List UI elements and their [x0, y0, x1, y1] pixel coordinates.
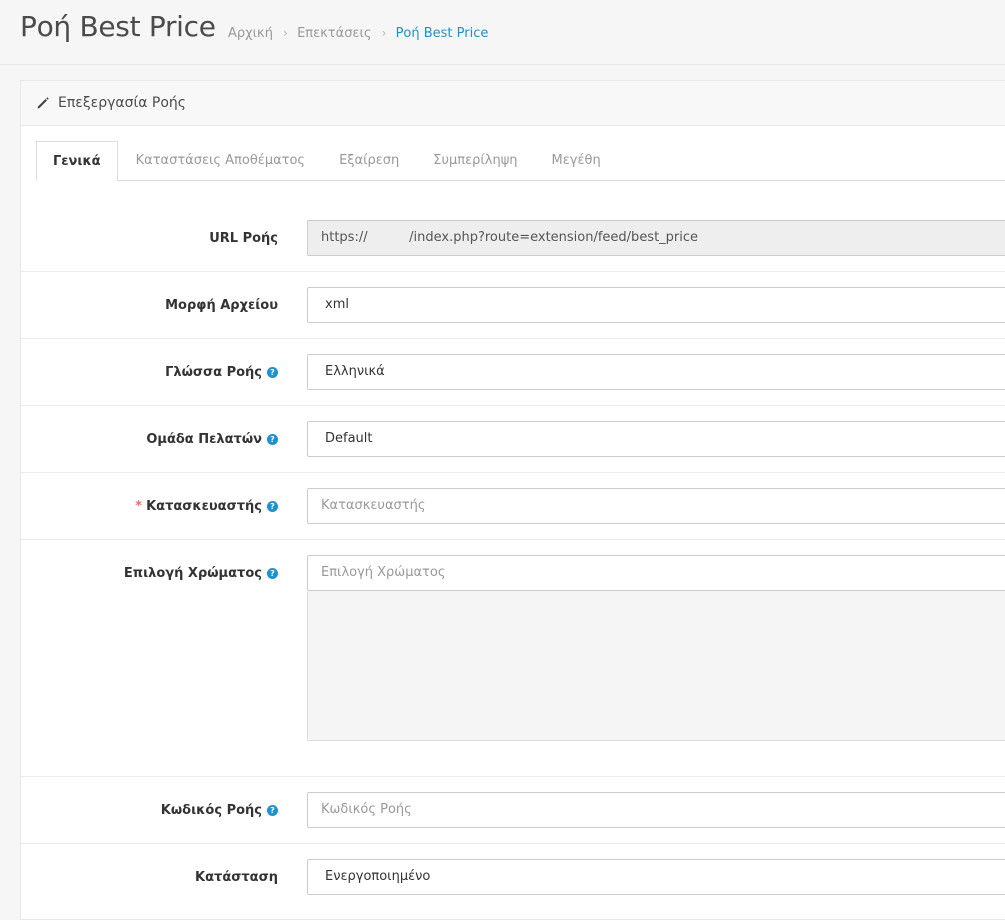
- help-icon[interactable]: ?: [267, 501, 278, 512]
- form-row-customer-group: Ομάδα Πελατών ? Default: [21, 406, 1005, 473]
- tab-bar: Γενικά Καταστάσεις Αποθέματος Εξαίρεση Σ…: [36, 141, 1005, 181]
- feed-url-label: URL Ροής: [209, 231, 278, 246]
- form-row-feed-code: Κωδικός Ροής ? Κωδικός Ροής: [21, 777, 1005, 844]
- form-row-file-format: Μορφή Αρχείου xml: [21, 272, 1005, 339]
- feed-code-input[interactable]: Κωδικός Ροής: [307, 792, 1005, 828]
- tab-sizes[interactable]: Μεγέθη: [536, 141, 617, 181]
- panel-heading: Επεξεργασία Ροής: [21, 81, 1005, 126]
- help-icon[interactable]: ?: [267, 434, 278, 445]
- form-row-color: Επιλογή Χρώματος ? Επιλογή Χρώματος: [21, 540, 1005, 777]
- form-row-manufacturer: * Κατασκευαστής ? Κατασκευαστής: [21, 473, 1005, 540]
- manufacturer-label: * Κατασκευαστής ?: [135, 499, 278, 514]
- customer-group-select[interactable]: Default: [307, 421, 1005, 457]
- help-icon[interactable]: ?: [267, 367, 278, 378]
- form-row-language: Γλώσσα Ροής ? Ελληνικά: [21, 339, 1005, 406]
- breadcrumb-current[interactable]: Ροή Best Price: [396, 26, 489, 41]
- breadcrumb: Αρχική › Επεκτάσεις › Ροή Best Price: [228, 26, 488, 41]
- form-row-feed-url: URL Ροής https:// /index.php?route=exten…: [21, 205, 1005, 272]
- panel-title: Επεξεργασία Ροής: [58, 95, 187, 111]
- status-select[interactable]: Ενεργοποιημένο: [307, 859, 1005, 895]
- page-header: Ροή Best Price Αρχική › Επεκτάσεις › Ροή…: [0, 0, 1005, 65]
- feed-url-field[interactable]: https:// /index.php?route=extension/feed…: [307, 220, 1005, 256]
- breadcrumb-home[interactable]: Αρχική: [228, 26, 273, 41]
- status-label: Κατάσταση: [195, 870, 278, 885]
- color-input[interactable]: Επιλογή Χρώματος: [307, 555, 1005, 591]
- customer-group-label: Ομάδα Πελατών ?: [146, 432, 278, 447]
- file-format-label: Μορφή Αρχείου: [165, 298, 278, 313]
- feed-url-scheme: https://: [321, 230, 368, 245]
- form-row-status: Κατάσταση Ενεργοποιημένο: [21, 844, 1005, 910]
- breadcrumb-separator: ›: [283, 26, 288, 40]
- edit-feed-panel: Επεξεργασία Ροής Γενικά Καταστάσεις Αποθ…: [20, 80, 1005, 920]
- breadcrumb-extensions[interactable]: Επεκτάσεις: [297, 26, 371, 41]
- feed-url-path: /index.php?route=extension/feed/best_pri…: [409, 230, 699, 245]
- tab-exclusion[interactable]: Εξαίρεση: [323, 141, 415, 181]
- required-mark: *: [135, 499, 143, 514]
- manufacturer-input[interactable]: Κατασκευαστής: [307, 488, 1005, 524]
- feed-code-label: Κωδικός Ροής ?: [161, 803, 278, 818]
- page-title: Ροή Best Price: [20, 10, 216, 43]
- language-label: Γλώσσα Ροής ?: [165, 365, 278, 380]
- breadcrumb-separator: ›: [381, 26, 387, 40]
- color-label: Επιλογή Χρώματος ?: [124, 566, 278, 581]
- color-selection-well: [307, 591, 1005, 741]
- language-select[interactable]: Ελληνικά: [307, 354, 1005, 390]
- tab-general[interactable]: Γενικά: [36, 141, 118, 181]
- pencil-icon: [37, 97, 49, 109]
- file-format-select[interactable]: xml: [307, 287, 1005, 323]
- tab-stock-statuses[interactable]: Καταστάσεις Αποθέματος: [120, 141, 321, 181]
- tab-inclusion[interactable]: Συμπερίληψη: [417, 141, 533, 181]
- help-icon[interactable]: ?: [267, 568, 278, 579]
- help-icon[interactable]: ?: [267, 805, 278, 816]
